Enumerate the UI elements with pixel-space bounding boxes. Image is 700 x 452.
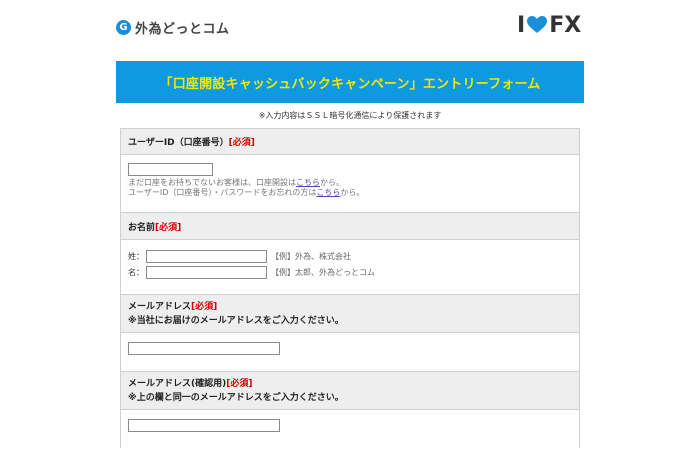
last-name-example: 【例】外為、株式会社 [271,251,351,261]
last-name-label: 姓： [128,251,144,261]
campaign-banner: 「口座開設キャッシュバックキャンペーン」エントリーフォーム [116,61,584,103]
user-id-label: ユーザーID（口座番号） [128,138,229,148]
user-id-label-row: ユーザーID（口座番号）[必須] [128,135,572,148]
logo-fx: FX [549,12,582,38]
user-id-help: まだ口座をお持ちでないお客様は、口座開設はこちらから。 ユーザーID（口座番号）… [128,178,572,198]
required-badge: [必須] [226,378,253,389]
name-section-body: 姓： 【例】外為、株式会社 名： 【例】太郎、外為どっとコム [121,240,579,294]
required-badge: [必須] [228,138,255,148]
email-section-header: メールアドレス[必須] ※当社にお届けのメールアドレスをご入力ください。 [121,294,579,333]
user-id-section-header: ユーザーID（口座番号）[必須] [121,128,579,155]
logo-i: I [517,12,526,38]
first-name-example: 【例】太郎、外為どっとコム [271,267,375,277]
forgot-password-link[interactable]: こちら [316,188,340,197]
email-input[interactable] [128,342,280,355]
gaitame-logo-text: 外為どっとコム [135,21,230,37]
email-confirm-section-body [121,410,579,448]
email-confirm-input[interactable] [128,419,280,432]
page-header: G 外為どっとコム I FX [0,0,700,58]
help-text: まだ口座をお持ちでないお客様は、口座開設は [128,178,296,187]
last-name-row: 姓： 【例】外為、株式会社 [128,248,572,264]
i-love-fx-logo: I FX [517,12,581,38]
entry-form: ユーザーID（口座番号）[必須] まだ口座をお持ちでないお客様は、口座開設はこち… [120,128,580,448]
first-name-row: 名： 【例】太郎、外為どっとコム [128,264,572,280]
gaitame-logo-icon: G [116,19,131,35]
name-section-header: お名前[必須] [121,212,579,240]
help-line-forgot: ユーザーID（口座番号）・パスワードをお忘れの方はこちらから。 [128,188,572,198]
email-confirm-label: メールアドレス(確認用) [128,378,227,389]
open-account-link[interactable]: こちら [296,178,320,187]
help-text: から。 [320,178,344,187]
ssl-note: ※入力内容はＳＳＬ暗号化通信により保護されます [258,111,442,120]
email-note: ※当社にお届けのメールアドレスをご入力ください。 [128,315,344,326]
email-label-row: メールアドレス[必須] [128,300,572,314]
help-text: から。 [340,188,365,197]
first-name-label: 名： [128,267,144,277]
email-confirm-note: ※上の欄と同一のメールアドレスをご入力ください。 [128,392,344,403]
help-text: ユーザーID（口座番号）・パスワードをお忘れの方は [128,188,317,197]
help-line-open-account: まだ口座をお持ちでないお客様は、口座開設はこちらから。 [128,178,572,188]
banner-title: 「口座開設キャッシュバックキャンペーン」エントリーフォーム [159,76,541,92]
required-badge: [必須] [191,301,218,312]
name-label: お名前 [128,222,156,233]
email-label: メールアドレス [128,301,192,312]
heart-icon [527,16,548,33]
email-confirm-section-header: メールアドレス(確認用)[必須] ※上の欄と同一のメールアドレスをご入力ください… [121,371,579,410]
user-id-section-body: まだ口座をお持ちでないお客様は、口座開設はこちらから。 ユーザーID（口座番号）… [121,155,579,212]
first-name-input[interactable] [146,265,267,279]
user-id-input[interactable] [128,163,213,176]
email-confirm-label-row: メールアドレス(確認用)[必須] [128,377,572,391]
email-section-body [121,333,579,371]
required-badge: [必須] [155,222,182,233]
gaitame-logo[interactable]: G 外為どっとコム [116,17,230,37]
last-name-input[interactable] [146,249,267,263]
name-label-row: お名前[必須] [128,220,572,233]
